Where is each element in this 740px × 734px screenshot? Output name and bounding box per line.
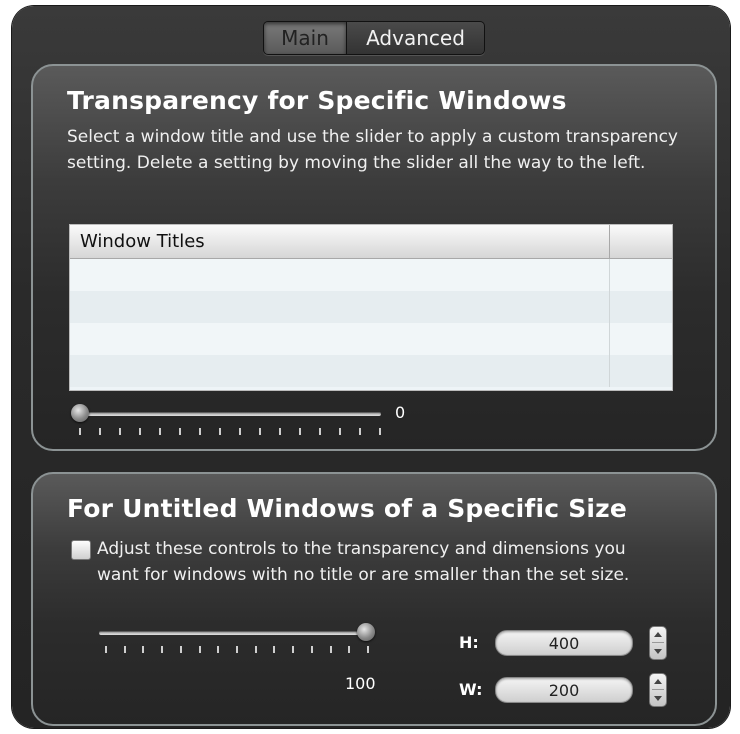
slider-tick xyxy=(99,428,101,435)
slider-tick xyxy=(159,428,161,435)
decrement-arrow-icon[interactable] xyxy=(654,696,662,701)
slider-tick xyxy=(379,428,381,435)
decrement-arrow-icon[interactable] xyxy=(654,649,662,654)
slider-knob[interactable] xyxy=(357,623,375,641)
slider-tick xyxy=(217,646,220,653)
slider-tick xyxy=(239,428,241,435)
slider-tick xyxy=(292,646,295,653)
slider-tick xyxy=(123,646,126,653)
slider-tick xyxy=(105,646,107,653)
slider-tick xyxy=(199,428,201,435)
slider-tick xyxy=(139,428,141,435)
table-row[interactable] xyxy=(70,323,672,355)
slider-ticks xyxy=(79,428,381,436)
slider-tick xyxy=(254,646,257,653)
checkbox-label-line2: want for windows with no title or are sm… xyxy=(97,565,630,585)
slider-track[interactable] xyxy=(73,412,381,416)
slider-tick xyxy=(179,428,181,435)
increment-arrow-icon[interactable] xyxy=(654,632,662,637)
table-body xyxy=(70,259,672,387)
table-row[interactable] xyxy=(70,259,672,291)
height-label: H: xyxy=(459,633,479,652)
panel-title: For Untitled Windows of a Specific Size xyxy=(67,494,628,523)
width-stepper[interactable] xyxy=(649,673,667,707)
height-field[interactable]: 400 xyxy=(495,630,633,656)
slider-tick xyxy=(161,646,164,653)
panel-description: Select a window title and use the slider… xyxy=(67,127,678,173)
table-row[interactable] xyxy=(70,355,672,387)
slider-tick xyxy=(339,428,341,435)
slider-tick xyxy=(319,428,321,435)
slider-tick xyxy=(236,646,238,653)
width-label: W: xyxy=(459,680,483,699)
slider-tick xyxy=(329,646,332,653)
untitled-windows-panel: For Untitled Windows of a Specific Size … xyxy=(31,472,717,726)
increment-arrow-icon[interactable] xyxy=(654,679,662,684)
width-field[interactable]: 200 xyxy=(495,677,633,703)
view-tabs: Main Advanced xyxy=(263,21,485,55)
preferences-window: Main Advanced Transparency for Specific … xyxy=(12,6,730,728)
column-header-window-titles[interactable]: Window Titles xyxy=(70,225,610,258)
window-titles-table[interactable]: Window Titles xyxy=(69,224,673,391)
tab-advanced[interactable]: Advanced xyxy=(346,22,484,54)
slider-tick xyxy=(359,428,361,435)
slider-tick xyxy=(273,646,276,653)
slider-tick xyxy=(348,646,351,653)
slider-tick xyxy=(142,646,145,653)
slider-tick xyxy=(179,646,182,653)
checkbox-label[interactable]: Adjust these controls to the transparenc… xyxy=(97,536,707,588)
slider-tick xyxy=(279,428,281,435)
slider-tick xyxy=(219,428,221,435)
slider-tick xyxy=(259,428,261,435)
slider-value: 0 xyxy=(395,403,406,422)
slider-knob[interactable] xyxy=(71,404,89,422)
height-stepper[interactable] xyxy=(649,626,667,660)
tab-main[interactable]: Main xyxy=(264,22,346,54)
slider-tick xyxy=(367,646,369,653)
slider-tick xyxy=(310,646,313,653)
panel-title: Transparency for Specific Windows xyxy=(67,86,567,115)
slider-tick xyxy=(299,428,301,435)
slider-tick xyxy=(198,646,201,653)
slider-tick xyxy=(79,428,81,435)
untitled-windows-checkbox[interactable] xyxy=(71,540,91,560)
slider-track[interactable] xyxy=(99,631,367,635)
slider-value: 100 xyxy=(345,674,376,693)
slider-tick xyxy=(119,428,121,435)
slider-ticks xyxy=(105,646,369,654)
specific-windows-panel: Transparency for Specific Windows Select… xyxy=(31,64,717,451)
table-row[interactable] xyxy=(70,291,672,323)
column-header-extra xyxy=(610,225,672,258)
table-header: Window Titles xyxy=(70,225,672,259)
checkbox-label-line1: Adjust these controls to the transparenc… xyxy=(97,539,626,559)
